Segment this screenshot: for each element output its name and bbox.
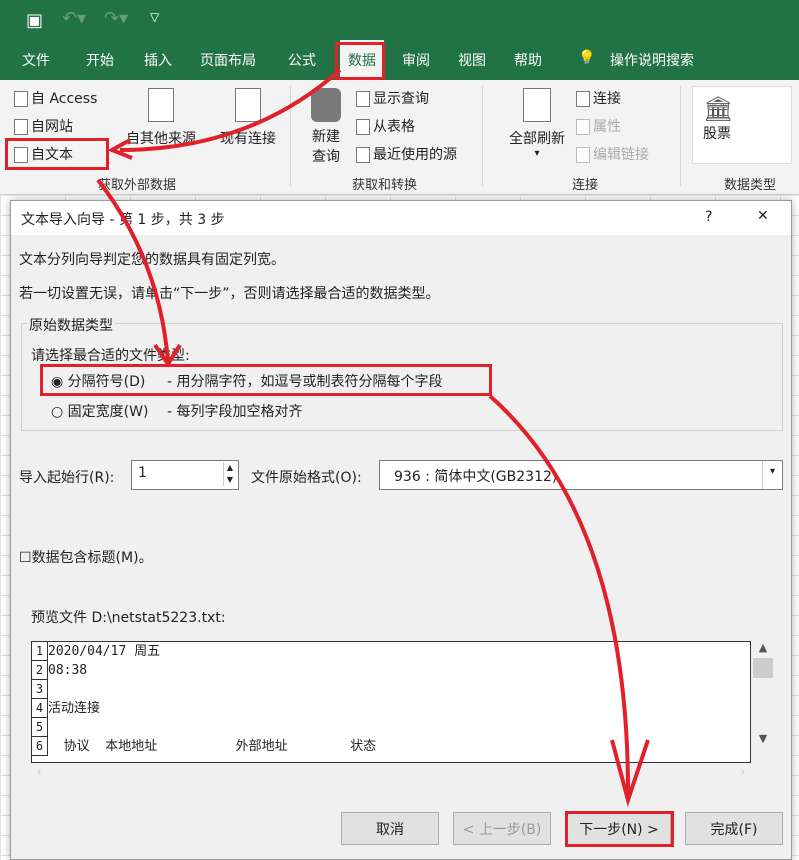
annotation-arrows [96, 68, 650, 807]
